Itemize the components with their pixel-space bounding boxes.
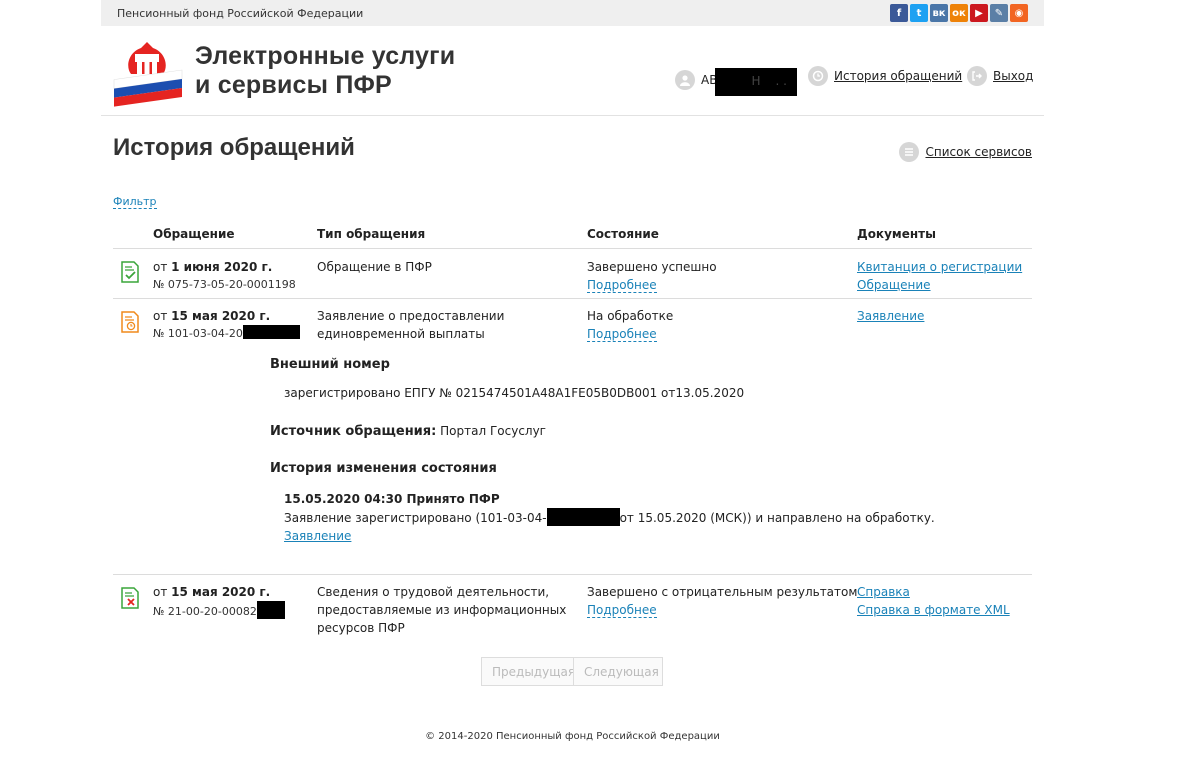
rss-icon[interactable]: ◉: [1010, 4, 1028, 22]
next-page-button[interactable]: Следующая: [573, 657, 663, 686]
logout-icon: [967, 66, 987, 86]
col-header-request: Обращение: [153, 227, 235, 241]
details-panel: Внешний номер зарегистрировано ЕПГУ № 02…: [270, 357, 935, 545]
facebook-icon[interactable]: f: [890, 4, 908, 22]
footer-copyright: © 2014-2020 Пенсионный фонд Российской Ф…: [425, 731, 720, 742]
user-menu[interactable]: АВ Н . .: [675, 66, 798, 96]
vk-icon[interactable]: вк: [930, 4, 948, 22]
odnoklassniki-icon[interactable]: ок: [950, 4, 968, 22]
details-toggle[interactable]: Подробнее: [587, 603, 657, 618]
list-icon: [899, 142, 920, 162]
history-entry: 15.05.2020 04:30 Принято ПФР Заявление з…: [284, 490, 935, 545]
logout-nav[interactable]: Выход: [967, 66, 1033, 86]
request-number: № 21-00-20-00082: [153, 601, 285, 621]
request-status: Завершено успешно: [587, 260, 717, 274]
history-nav[interactable]: История обращений: [808, 66, 962, 86]
history-entry-text: Заявление зарегистрировано (101-03-04- от…: [284, 508, 935, 527]
certificate-link[interactable]: Справка: [857, 585, 910, 599]
details-toggle[interactable]: Подробнее: [587, 327, 657, 342]
youtube-icon[interactable]: ▶: [970, 4, 988, 22]
table-row: от 1 июня 2020 г. № 075-73-05-20-0001198…: [113, 249, 1032, 299]
redacted-user-name: Н . .: [715, 68, 798, 96]
table-row: от 15 мая 2020 г. № 21-00-20-00082 Сведе…: [113, 575, 1032, 645]
page-title: История обращений: [113, 134, 355, 161]
col-header-status: Состояние: [587, 227, 659, 241]
table-header: Обращение Тип обращения Состояние Докуме…: [113, 222, 1032, 249]
document-pending-icon: [121, 311, 139, 333]
history-application-link[interactable]: Заявление: [284, 529, 351, 543]
request-date: 15 мая 2020 г.: [171, 585, 271, 599]
request-doc-link[interactable]: Обращение: [857, 278, 931, 292]
request-date: 1 июня 2020 г.: [171, 260, 273, 274]
request-type: Обращение в ПФР: [317, 260, 432, 274]
pfr-logo[interactable]: [111, 36, 183, 108]
source-line: Источник обращения: Портал Госуслуг: [270, 424, 935, 439]
source-label: Источник обращения:: [270, 424, 437, 439]
filter-toggle[interactable]: Фильтр: [113, 195, 157, 209]
history-entry-title: 15.05.2020 04:30 Принято ПФР: [284, 492, 500, 506]
social-links: f t вк ок ▶ ✎ ◉: [890, 4, 1028, 22]
redacted-number: [242, 325, 300, 339]
document-success-icon: [121, 261, 139, 283]
certificate-xml-link[interactable]: Справка в формате XML: [857, 603, 1010, 617]
user-icon: [675, 70, 695, 90]
prev-page-button[interactable]: Предыдущая: [481, 657, 575, 686]
receipt-link[interactable]: Квитанция о регистрации: [857, 260, 1022, 274]
livejournal-icon[interactable]: ✎: [990, 4, 1008, 22]
logout-link[interactable]: Выход: [993, 69, 1033, 83]
redacted-number: [546, 508, 620, 526]
request-type: Заявление о предоставлении: [317, 309, 505, 323]
request-number: № 101-03-04-20: [153, 325, 300, 343]
services-link[interactable]: Список сервисов: [925, 145, 1032, 159]
site-header: Электронные услуги и сервисы ПФР АВ Н . …: [101, 26, 1044, 116]
top-bar: Пенсионный фонд Российской Федерации ftв…: [101, 0, 1044, 26]
org-name: Пенсионный фонд Российской Федерации: [117, 7, 364, 20]
details-toggle[interactable]: Подробнее: [587, 278, 657, 293]
col-header-documents: Документы: [857, 227, 936, 241]
request-status: Завершено с отрицательным результатом: [587, 585, 858, 599]
pagination: Предыдущая Следующая: [481, 657, 663, 686]
document-rejected-icon: [121, 587, 139, 609]
external-number: зарегистрировано ЕПГУ № 0215474501A48A1F…: [284, 386, 745, 400]
redacted-number: [256, 601, 285, 619]
application-link[interactable]: Заявление: [857, 309, 924, 323]
request-date: 15 мая 2020 г.: [171, 309, 271, 323]
request-type: Сведения о трудовой деятельности,: [317, 585, 550, 599]
source-value: Портал Госуслуг: [436, 424, 546, 438]
col-header-type: Тип обращения: [317, 227, 426, 241]
table-row-expanded: от 15 мая 2020 г. № 101-03-04-20 Заявлен…: [113, 299, 1032, 575]
requests-table: Обращение Тип обращения Состояние Докуме…: [113, 222, 1032, 645]
history-link[interactable]: История обращений: [834, 69, 962, 83]
services-nav[interactable]: Список сервисов: [899, 142, 1032, 162]
brand-title: Электронные услуги и сервисы ПФР: [195, 42, 456, 99]
status-history-heading: История изменения состояния: [270, 461, 497, 476]
history-icon: [808, 66, 828, 86]
request-status: На обработке: [587, 309, 674, 323]
twitter-icon[interactable]: t: [910, 4, 928, 22]
request-number: № 075-73-05-20-0001198: [153, 278, 296, 291]
external-number-heading: Внешний номер: [270, 357, 390, 372]
